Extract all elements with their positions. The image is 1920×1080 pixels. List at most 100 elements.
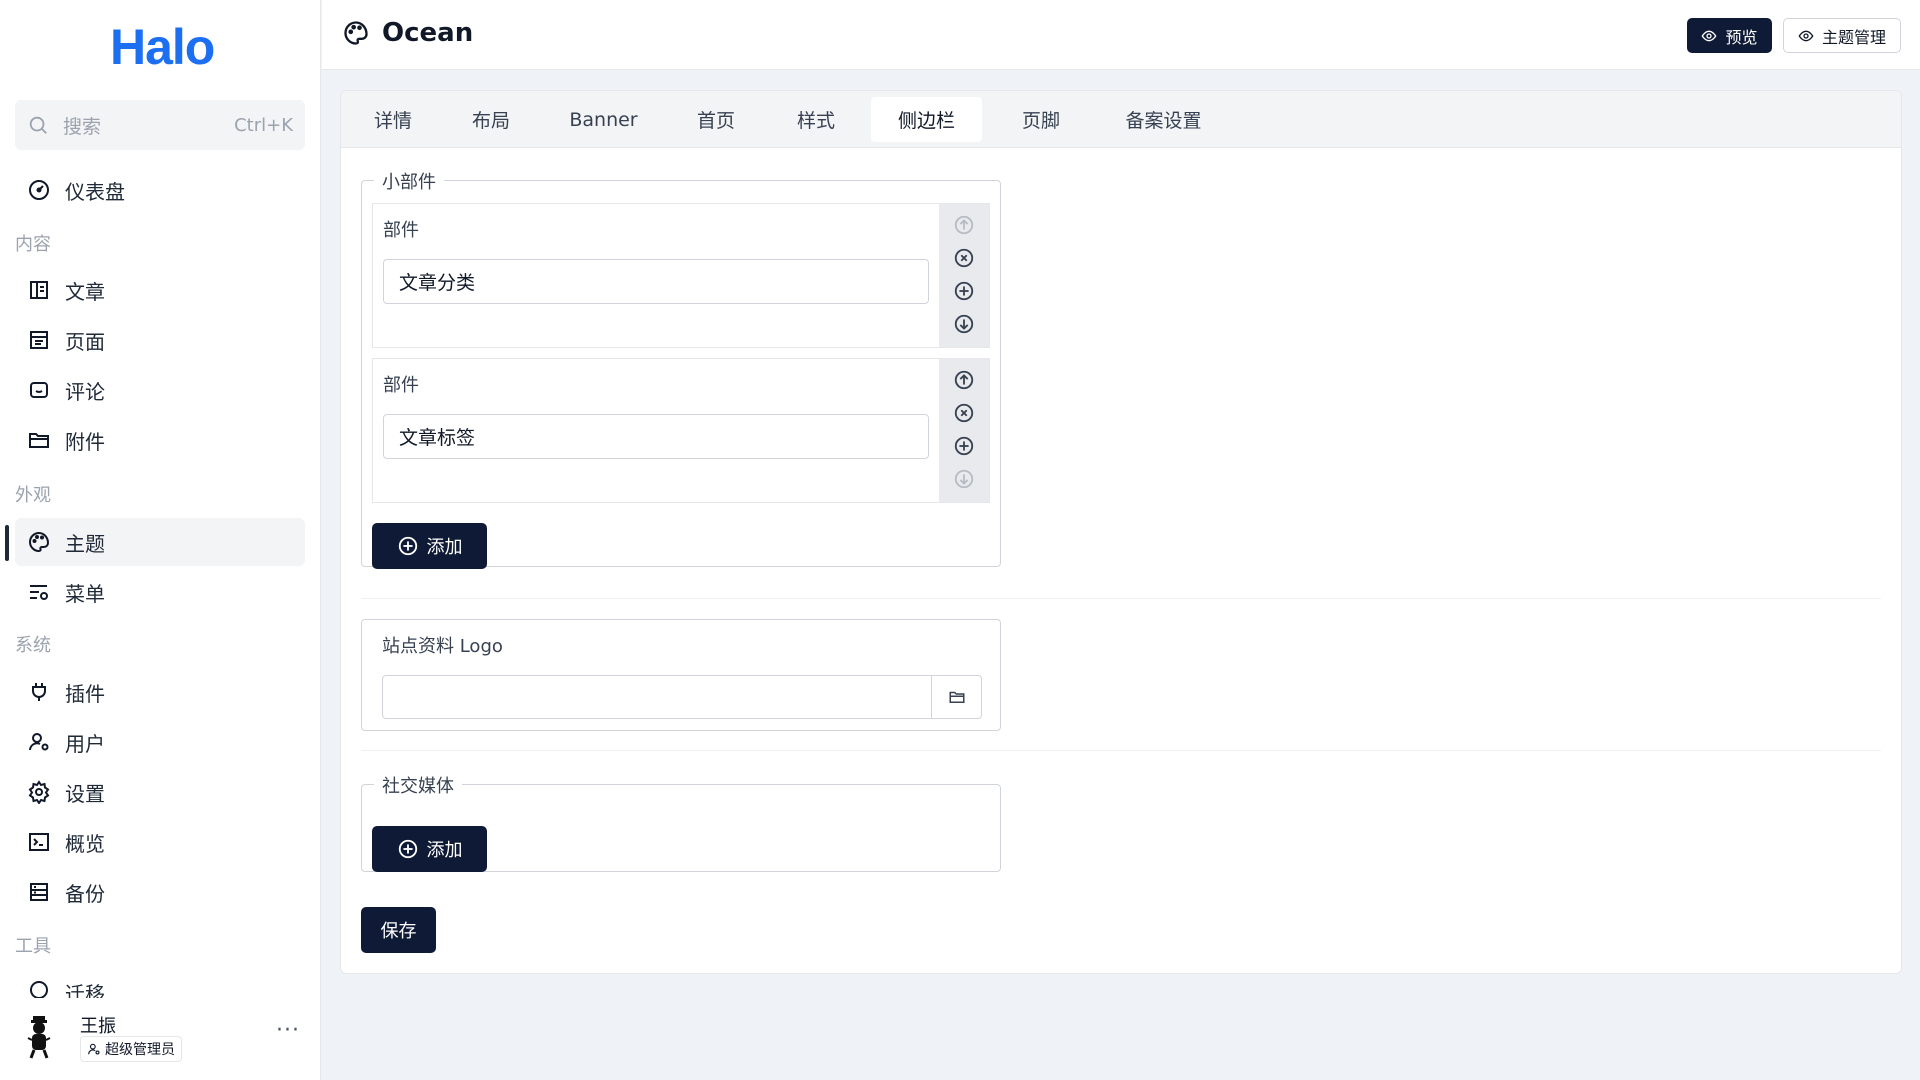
widgets-legend: 小部件	[374, 168, 444, 194]
sidebar-item-migrate[interactable]: 迁移	[15, 968, 305, 998]
page-header: Ocean 预览 主题管理	[322, 0, 1920, 70]
sidebar-item-label: 评论	[65, 379, 105, 404]
active-indicator	[5, 525, 9, 561]
widget-item: 部件 文章分类	[372, 203, 990, 348]
move-down-icon[interactable]	[953, 468, 975, 490]
site-logo-input[interactable]	[382, 675, 982, 719]
user-name: 王振	[80, 1016, 116, 1037]
sidebar-item-label: 页面	[65, 329, 105, 354]
social-legend: 社交媒体	[374, 772, 462, 798]
tab-sidebar[interactable]: 侧边栏	[871, 97, 982, 142]
move-down-icon[interactable]	[953, 313, 975, 335]
sidebar-item-label: 迁移	[65, 982, 105, 998]
sidebar-item-settings[interactable]: 设置	[15, 768, 305, 816]
widget-select[interactable]: 文章分类	[383, 259, 929, 304]
sidebar-item-label: 附件	[65, 429, 105, 454]
tab-style[interactable]: 样式	[786, 97, 846, 142]
nav-group-content: 内容	[15, 234, 51, 255]
user-settings-icon	[29, 733, 49, 751]
sidebar-item-posts[interactable]: 文章	[15, 266, 305, 314]
sidebar-item-dashboard[interactable]: 仪表盘	[15, 166, 305, 214]
terminal-icon	[29, 833, 49, 851]
move-up-icon[interactable]	[953, 214, 975, 236]
sidebar-item-plugins[interactable]: 插件	[15, 668, 305, 716]
tab-icp[interactable]: 备案设置	[1106, 97, 1221, 142]
palette-icon	[344, 21, 368, 45]
sidebar-item-label: 菜单	[65, 581, 105, 606]
tab-home[interactable]: 首页	[686, 97, 746, 142]
add-widget-button[interactable]: 添加	[372, 523, 487, 569]
halo-logo[interactable]: Halo	[110, 18, 215, 76]
search-shortcut: Ctrl+K	[234, 114, 293, 136]
widget-item: 部件 文章标签	[372, 358, 990, 503]
sidebar-item-backup[interactable]: 备份	[15, 868, 305, 916]
theme-manage-button[interactable]: 主题管理	[1783, 18, 1901, 53]
add-social-button[interactable]: 添加	[372, 826, 487, 872]
sidebar-item-label: 插件	[65, 681, 105, 706]
page-title-wrap: Ocean	[342, 18, 473, 48]
sidebar-item-label: 备份	[65, 881, 105, 906]
sidebar-item-attachments[interactable]: 附件	[15, 416, 305, 464]
nav-group-appearance: 外观	[15, 485, 51, 506]
tab-layout[interactable]: 布局	[461, 97, 521, 142]
plug-icon	[32, 683, 46, 701]
user-panel: 王振 超级管理员 ···	[0, 1000, 320, 1080]
widget-controls	[939, 204, 989, 347]
migrate-icon	[30, 981, 48, 998]
page-icon	[30, 331, 48, 349]
sidebar-item-label: 概览	[65, 831, 105, 856]
sidebar: Halo 搜索 Ctrl+K 仪表盘 内容 文章 页面 评论 附件 外观 主题 …	[0, 0, 321, 1080]
attachment-picker-button[interactable]	[931, 676, 981, 718]
sidebar-item-themes[interactable]: 主题	[15, 518, 305, 566]
sidebar-item-label: 主题	[65, 531, 105, 556]
book-icon	[30, 281, 48, 299]
folder-icon	[949, 691, 964, 703]
add-circle-icon[interactable]	[953, 280, 975, 302]
search-icon	[29, 116, 47, 134]
sidebar-item-label: 仪表盘	[65, 179, 125, 204]
more-icon[interactable]: ···	[276, 1018, 300, 1043]
widget-select[interactable]: 文章标签	[383, 414, 929, 459]
add-label: 添加	[426, 537, 463, 558]
tab-footer[interactable]: 页脚	[1011, 97, 1071, 142]
nav-group-tools: 工具	[15, 936, 51, 957]
theme-manage-label: 主题管理	[1821, 27, 1886, 47]
sidebar-item-label: 用户	[65, 731, 105, 756]
gear-icon	[28, 780, 50, 804]
search-placeholder: 搜索	[63, 115, 102, 138]
widgets-fieldset: 小部件 部件 文章分类 部件 文章标签 添加	[361, 168, 1001, 569]
divider	[361, 598, 1881, 599]
sidebar-item-menus[interactable]: 菜单	[15, 568, 305, 616]
preview-button[interactable]: 预览	[1687, 18, 1772, 53]
search-box[interactable]: 搜索 Ctrl+K	[15, 100, 305, 150]
tab-details[interactable]: 详情	[363, 97, 423, 142]
remove-icon[interactable]	[953, 247, 975, 269]
sidebar-item-label: 文章	[65, 279, 105, 304]
eye-icon	[1798, 30, 1814, 41]
tab-banner[interactable]: Banner	[556, 97, 651, 142]
add-circle-icon	[398, 536, 417, 556]
sidebar-item-label: 设置	[65, 781, 105, 806]
divider	[361, 750, 1881, 751]
role-text: 超级管理员	[105, 1042, 175, 1058]
move-up-icon[interactable]	[953, 369, 975, 391]
sidebar-item-pages[interactable]: 页面	[15, 316, 305, 364]
remove-icon[interactable]	[953, 402, 975, 424]
widget-label: 部件	[383, 220, 419, 241]
add-circle-icon[interactable]	[953, 435, 975, 457]
save-button[interactable]: 保存	[361, 907, 436, 953]
comment-icon	[30, 382, 48, 398]
sidebar-item-users[interactable]: 用户	[15, 718, 305, 766]
add-label: 添加	[426, 840, 463, 861]
page-title: Ocean	[382, 18, 474, 48]
add-circle-icon	[398, 839, 417, 859]
avatar[interactable]	[24, 1012, 54, 1062]
folder-icon	[29, 433, 49, 448]
backup-icon	[30, 883, 48, 901]
user-icon	[88, 1043, 100, 1055]
sidebar-item-comments[interactable]: 评论	[15, 366, 305, 414]
tab-bar: 详情 布局 Banner 首页 样式 侧边栏 页脚 备案设置	[341, 91, 1901, 148]
sidebar-item-overview[interactable]: 概览	[15, 818, 305, 866]
role-badge: 超级管理员	[80, 1036, 182, 1062]
palette-icon	[29, 531, 50, 553]
